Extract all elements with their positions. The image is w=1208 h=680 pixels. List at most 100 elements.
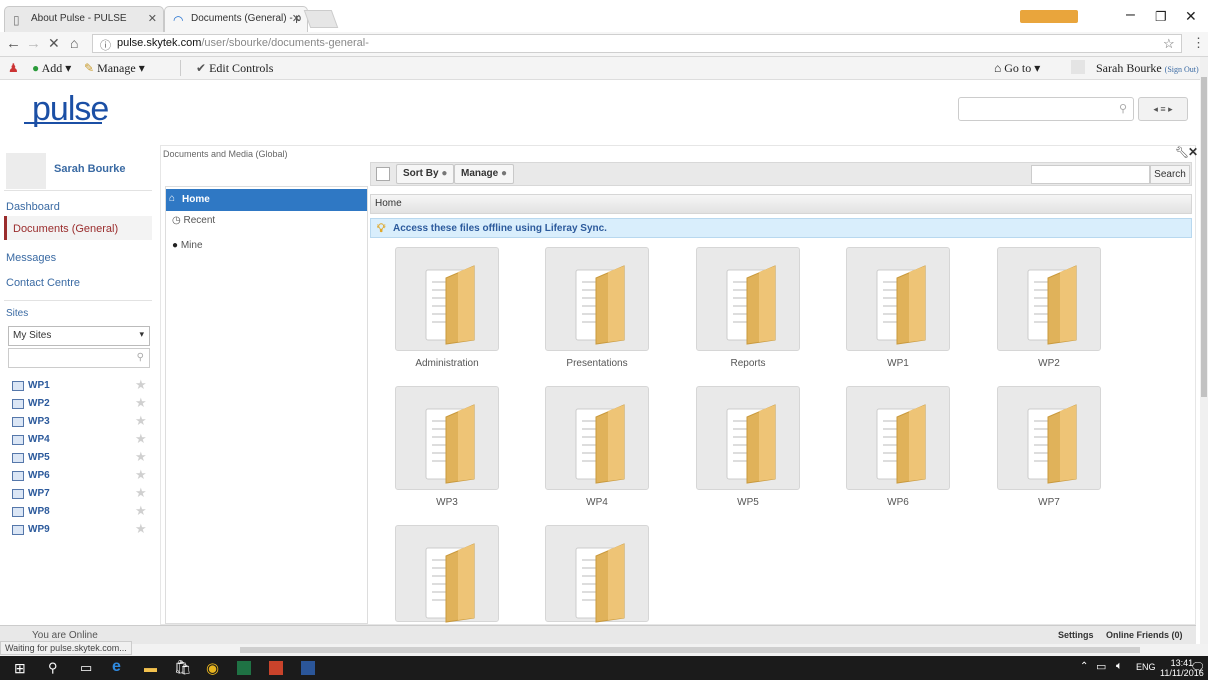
folder-label[interactable]: WP3 (395, 497, 499, 508)
user-name[interactable]: Sarah Bourke (54, 163, 126, 175)
star-icon[interactable]: ★ (135, 395, 147, 411)
edit-controls-toggle[interactable]: ✔ Edit Controls (196, 61, 273, 76)
dockbar-user[interactable]: Sarah Bourke (Sign Out) (1096, 61, 1199, 76)
star-icon[interactable]: ★ (135, 449, 147, 465)
nav-messages[interactable]: Messages (6, 252, 56, 264)
word-icon[interactable] (301, 661, 315, 675)
browser-profile-chip[interactable] (1020, 10, 1078, 23)
edge-browser-icon[interactable]: e (112, 658, 121, 676)
minimize-window-icon[interactable]: – (1126, 6, 1135, 24)
folder-tile[interactable] (545, 247, 649, 351)
pin-icon[interactable]: ♟ (8, 61, 19, 75)
folder-label[interactable]: Reports (696, 358, 800, 369)
select-all-checkbox[interactable] (376, 167, 390, 181)
home-icon[interactable]: ⌂ (70, 35, 78, 51)
browser-menu-icon[interactable]: ⋮ (1192, 35, 1205, 51)
folder-label[interactable]: WP7 (997, 497, 1101, 508)
sites-select[interactable]: My Sites ▾ (8, 326, 150, 346)
back-arrow-icon[interactable]: ← (6, 35, 21, 52)
folder-tile[interactable] (997, 247, 1101, 351)
chrome-icon[interactable]: ◉ (206, 659, 219, 677)
documents-search-input[interactable] (1031, 165, 1150, 184)
folder-nav-recent[interactable]: ◷ Recent (172, 215, 215, 226)
folder-label[interactable]: WP5 (696, 497, 800, 508)
folder-tile[interactable] (395, 247, 499, 351)
manage-menu[interactable]: ✎ Manage ▾ (84, 61, 145, 76)
folder-label[interactable]: Administration (395, 358, 499, 369)
sign-out-link[interactable]: (Sign Out) (1165, 65, 1199, 74)
folder-tile[interactable] (545, 386, 649, 490)
folder-label[interactable]: WP4 (545, 497, 649, 508)
sort-by-button[interactable]: Sort By ● (396, 164, 455, 184)
close-tab-icon[interactable]: ✕ (148, 12, 157, 25)
address-bar[interactable]: ⓘ pulse.skytek.com/user/sbourke/document… (92, 34, 1182, 53)
browser-tab-documents[interactable]: ◠ Documents (General) - p ✕ (164, 6, 308, 32)
forward-arrow-icon[interactable]: → (26, 35, 41, 52)
scrollbar-thumb[interactable] (240, 647, 1140, 653)
file-explorer-icon[interactable]: ▬ (144, 660, 157, 675)
action-center-icon[interactable]: 🗨︎ (1190, 660, 1205, 674)
volume-icon[interactable]: 🔈︎ (1116, 660, 1123, 673)
nav-contact-centre[interactable]: Contact Centre (6, 277, 80, 289)
excel-icon[interactable] (237, 661, 251, 675)
add-menu[interactable]: ● Add ▾ (32, 61, 71, 76)
site-link-wp4[interactable]: WP4 (28, 434, 50, 445)
folder-label[interactable]: Presentations (545, 358, 649, 369)
page-scrollbar[interactable] (1200, 57, 1208, 656)
online-friends-button[interactable]: Online Friends (0) (1106, 630, 1183, 640)
store-icon[interactable]: 🛍︎ (174, 659, 192, 676)
site-link-wp2[interactable]: WP2 (28, 398, 50, 409)
star-icon[interactable]: ★ (135, 467, 147, 483)
breadcrumb-home[interactable]: Home (375, 198, 402, 209)
network-icon[interactable]: ▭ (1096, 660, 1106, 673)
maximize-window-icon[interactable]: ❐ (1155, 9, 1167, 25)
sync-notice-text[interactable]: Access these files offline using Liferay… (393, 223, 607, 234)
folder-tile[interactable] (846, 386, 950, 490)
site-link-wp3[interactable]: WP3 (28, 416, 50, 427)
scrollbar-thumb[interactable] (1201, 77, 1207, 397)
chat-settings-button[interactable]: Settings (1058, 630, 1094, 640)
folder-tile[interactable] (395, 386, 499, 490)
close-window-icon[interactable]: ✕ (1185, 8, 1197, 25)
info-icon[interactable]: ⓘ (100, 37, 111, 53)
bookmark-star-icon[interactable]: ☆ (1163, 36, 1175, 52)
windows-start-icon[interactable]: ⊞ (14, 660, 26, 677)
close-portlet-icon[interactable]: ✕ (1188, 145, 1198, 159)
site-search-input[interactable]: ⚲ (958, 97, 1134, 121)
site-link-wp6[interactable]: WP6 (28, 470, 50, 481)
view-toggle-button[interactable]: ◂ ≡ ▸ (1138, 97, 1188, 121)
new-tab-button[interactable] (303, 10, 339, 28)
tray-chevron-icon[interactable]: ⌃ (1080, 661, 1088, 672)
search-icon[interactable]: ⚲ (48, 660, 58, 676)
site-link-wp7[interactable]: WP7 (28, 488, 50, 499)
site-link-wp8[interactable]: WP8 (28, 506, 50, 517)
stop-loading-icon[interactable]: ✕ (48, 35, 60, 52)
folder-tile[interactable] (395, 525, 499, 623)
manage-button[interactable]: Manage ● (454, 164, 515, 184)
browser-tab-about-pulse[interactable]: ▯ About Pulse - PULSE ✕ (4, 6, 164, 32)
folder-tile[interactable] (545, 525, 649, 623)
star-icon[interactable]: ★ (135, 485, 147, 501)
site-link-wp1[interactable]: WP1 (28, 380, 50, 391)
user-avatar[interactable] (6, 153, 46, 189)
star-icon[interactable]: ★ (135, 431, 147, 447)
configure-wrench-icon[interactable]: 🔧︎ (1175, 146, 1189, 159)
powerpoint-icon[interactable] (269, 661, 283, 675)
sites-filter-input[interactable]: ⚲ (8, 348, 150, 368)
folder-label[interactable]: WP2 (997, 358, 1101, 369)
folder-tile[interactable] (997, 386, 1101, 490)
close-tab-icon[interactable]: ✕ (292, 12, 301, 25)
nav-dashboard[interactable]: Dashboard (6, 201, 60, 213)
folder-tile[interactable] (696, 386, 800, 490)
star-icon[interactable]: ★ (135, 521, 147, 537)
star-icon[interactable]: ★ (135, 503, 147, 519)
folder-label[interactable]: WP6 (846, 497, 950, 508)
folder-tile[interactable] (846, 247, 950, 351)
site-link-wp5[interactable]: WP5 (28, 452, 50, 463)
goto-menu[interactable]: ⌂ Go to ▾ (994, 61, 1040, 76)
folder-label[interactable]: WP1 (846, 358, 950, 369)
folder-nav-home[interactable]: ⌂ Home (166, 189, 367, 211)
star-icon[interactable]: ★ (135, 377, 147, 393)
nav-documents-general[interactable]: Documents (General) (4, 216, 152, 240)
site-link-wp9[interactable]: WP9 (28, 524, 50, 535)
